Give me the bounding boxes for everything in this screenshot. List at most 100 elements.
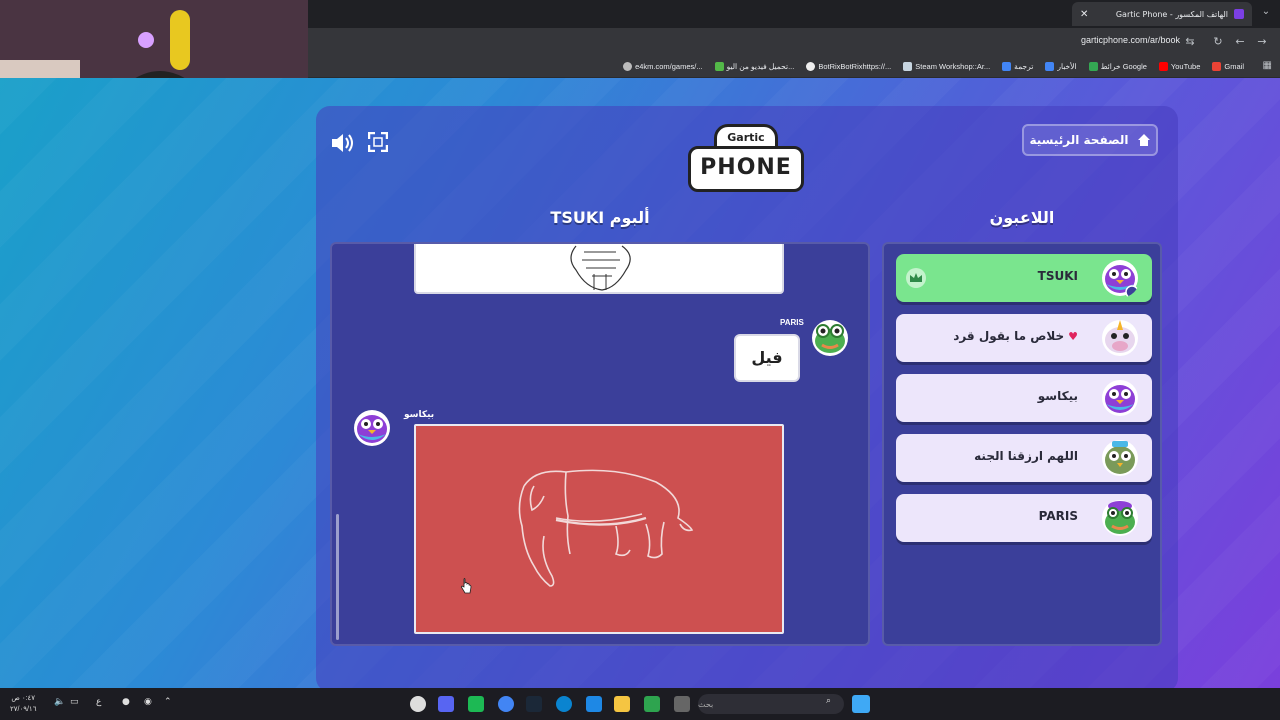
player-row[interactable]: ♥خلاص ما بقول قرد <box>896 314 1152 362</box>
gmail-icon <box>1212 62 1222 71</box>
bookmark-e4km[interactable]: e4km.com/games/... <box>623 62 703 71</box>
whatsapp-app-icon[interactable] <box>468 696 484 712</box>
bookmark-maps[interactable]: خرائط Google <box>1088 62 1147 71</box>
previous-drawing <box>414 244 784 294</box>
clock-date: ٢٧/٠٩/١٦ <box>10 706 37 713</box>
settings-app-icon[interactable] <box>410 696 426 712</box>
taskbar-clock[interactable]: ٠:٤٧ ص ٢٧/٠٩/١٦ <box>10 693 36 715</box>
discord-app-icon[interactable] <box>438 696 454 712</box>
bird-avatar-icon <box>354 410 390 446</box>
phrase-bubble: فيل <box>734 334 800 382</box>
site-settings-icon[interactable]: ⇆ <box>1182 34 1198 50</box>
bookmark-label: e4km.com/games/... <box>635 62 703 71</box>
tab-search-chevron-icon[interactable]: ⌄ <box>1258 6 1274 22</box>
taskbar-search[interactable]: بحث <box>698 694 844 714</box>
forward-icon[interactable]: ← <box>1232 34 1248 50</box>
elephant-drawing <box>414 424 784 634</box>
bird-avatar-icon <box>1102 260 1139 298</box>
search-icon: ⌕ <box>826 696 832 706</box>
steam-icon <box>903 62 913 71</box>
crown-icon <box>906 268 926 288</box>
facebook-app-icon[interactable] <box>586 696 602 712</box>
close-tab-icon[interactable]: ✕ <box>1080 9 1088 20</box>
bird-avatar-icon <box>1102 380 1138 416</box>
home-icon <box>1137 134 1150 146</box>
bookmark-label: Steam Workshop::Ar... <box>915 62 991 71</box>
player-name: TSUKI <box>1037 269 1078 283</box>
bookmark-news[interactable]: الأخبار <box>1045 62 1077 71</box>
bookmarks-menu-icon[interactable]: ▦ <box>1263 60 1272 71</box>
frog-avatar-icon <box>812 320 848 356</box>
back-icon[interactable]: → <box>1254 34 1270 50</box>
hand-cursor-icon <box>461 578 472 594</box>
home-button[interactable]: الصفحة الرئيسية <box>1022 124 1158 156</box>
task-view-icon[interactable] <box>674 696 690 712</box>
tray-app-icon[interactable]: ◉ <box>144 697 152 707</box>
album-title: ألبوم TSUKI <box>550 208 650 227</box>
microphone-icon[interactable]: ● <box>122 697 130 707</box>
logo-bottom-text: PHONE <box>700 155 792 180</box>
sound-icon[interactable] <box>330 132 356 154</box>
logo-top-text: Gartic <box>727 131 765 144</box>
home-button-label: الصفحة الرئيسية <box>1029 133 1129 147</box>
browser-tab[interactable]: الهاتف المكسور - Gartic Phone ✕ <box>1072 2 1252 26</box>
windows-start-icon[interactable] <box>852 695 870 713</box>
gartic-phone-logo: Gartic PHONE <box>688 124 804 194</box>
clock-time: ٠:٤٧ ص <box>11 695 36 702</box>
bookmark-video-download[interactable]: تحميل فيديو من اليو... <box>714 62 795 71</box>
players-title: اللاعبون <box>989 208 1055 227</box>
bookmarks-bar: Gmail YouTube خرائط Google الأخبار ترجمة… <box>308 56 1280 78</box>
unicorn-avatar-icon <box>1102 320 1138 356</box>
player-row[interactable]: بيكاسو <box>896 374 1152 422</box>
search-placeholder: بحث <box>698 699 714 709</box>
show-hidden-icons-chevron[interactable]: ⌃ <box>164 697 172 707</box>
previous-drawing-sketch <box>570 245 631 291</box>
taskbar: ٠:٤٧ ص ٢٧/٠٩/١٦ 🔈 ▭ ع ● ◉ ⌃ بحث ⌕ <box>0 688 1280 720</box>
player-name: PARIS <box>1038 509 1078 523</box>
bookmark-steam[interactable]: Steam Workshop::Ar... <box>903 62 990 71</box>
album-panel[interactable]: PARIS فيل بيكاسو <box>330 242 870 646</box>
volume-icon[interactable]: 🔈 <box>54 697 65 707</box>
gartic-favicon-icon <box>1234 9 1244 19</box>
reload-icon[interactable]: ↻ <box>1210 34 1226 50</box>
news-icon <box>1045 62 1055 71</box>
bookmark-translate[interactable]: ترجمة <box>1002 62 1033 71</box>
game-area: Gartic PHONE الصفحة الرئيسية ألبوم TSUKI… <box>0 78 1280 688</box>
address-bar: → ← ↻ ⇆ garticphone.com/ar/book <box>308 28 1280 56</box>
player-name: بيكاسو <box>1037 389 1078 403</box>
player-name: ♥خلاص ما بقول قرد <box>953 329 1078 343</box>
steam-app-icon[interactable] <box>526 696 542 712</box>
bookmark-label: ترجمة <box>1014 62 1034 71</box>
url-field[interactable]: garticphone.com/ar/book <box>1081 35 1180 45</box>
bookmark-botrix[interactable]: BotRixBotRixhttps://... <box>806 62 891 71</box>
botrix-icon <box>806 62 816 71</box>
phrase-author: PARIS <box>780 318 804 327</box>
bookmark-label: الأخبار <box>1057 62 1077 71</box>
fullscreen-icon[interactable] <box>368 132 388 152</box>
file-explorer-icon[interactable] <box>614 696 630 712</box>
bookmark-gmail[interactable]: Gmail <box>1212 62 1244 71</box>
player-name: اللهم ارزقنا الجنه <box>974 449 1078 463</box>
owl-avatar-icon <box>1102 440 1138 476</box>
edge-app-icon[interactable] <box>556 696 572 712</box>
input-language[interactable]: ع <box>96 697 101 707</box>
chrome-app-icon[interactable] <box>498 696 514 712</box>
player-row[interactable]: اللهم ارزقنا الجنه <box>896 434 1152 482</box>
tab-title: الهاتف المكسور - Gartic Phone <box>1115 9 1228 19</box>
bookmark-youtube[interactable]: YouTube <box>1158 62 1200 71</box>
network-icon[interactable]: ▭ <box>70 697 79 707</box>
player-row[interactable]: TSUKI <box>896 254 1152 302</box>
youtube-icon <box>1158 62 1168 71</box>
maps-icon <box>1088 62 1098 71</box>
player-row[interactable]: PARIS <box>896 494 1152 542</box>
bookmark-label: Gmail <box>1224 62 1244 71</box>
browser-tab-bar: + الهاتف المكسور - Gartic Phone ✕ ⌄ <box>308 0 1280 28</box>
download-icon <box>714 62 724 71</box>
elephant-sketch <box>518 469 694 587</box>
drawing-author: بيكاسو <box>404 410 435 420</box>
album-scrollbar[interactable] <box>336 514 339 640</box>
e4km-icon <box>623 62 633 71</box>
xbox-app-icon[interactable] <box>644 696 660 712</box>
bookmark-label: خرائط Google <box>1100 62 1147 71</box>
bookmark-label: تحميل فيديو من اليو... <box>726 62 795 71</box>
